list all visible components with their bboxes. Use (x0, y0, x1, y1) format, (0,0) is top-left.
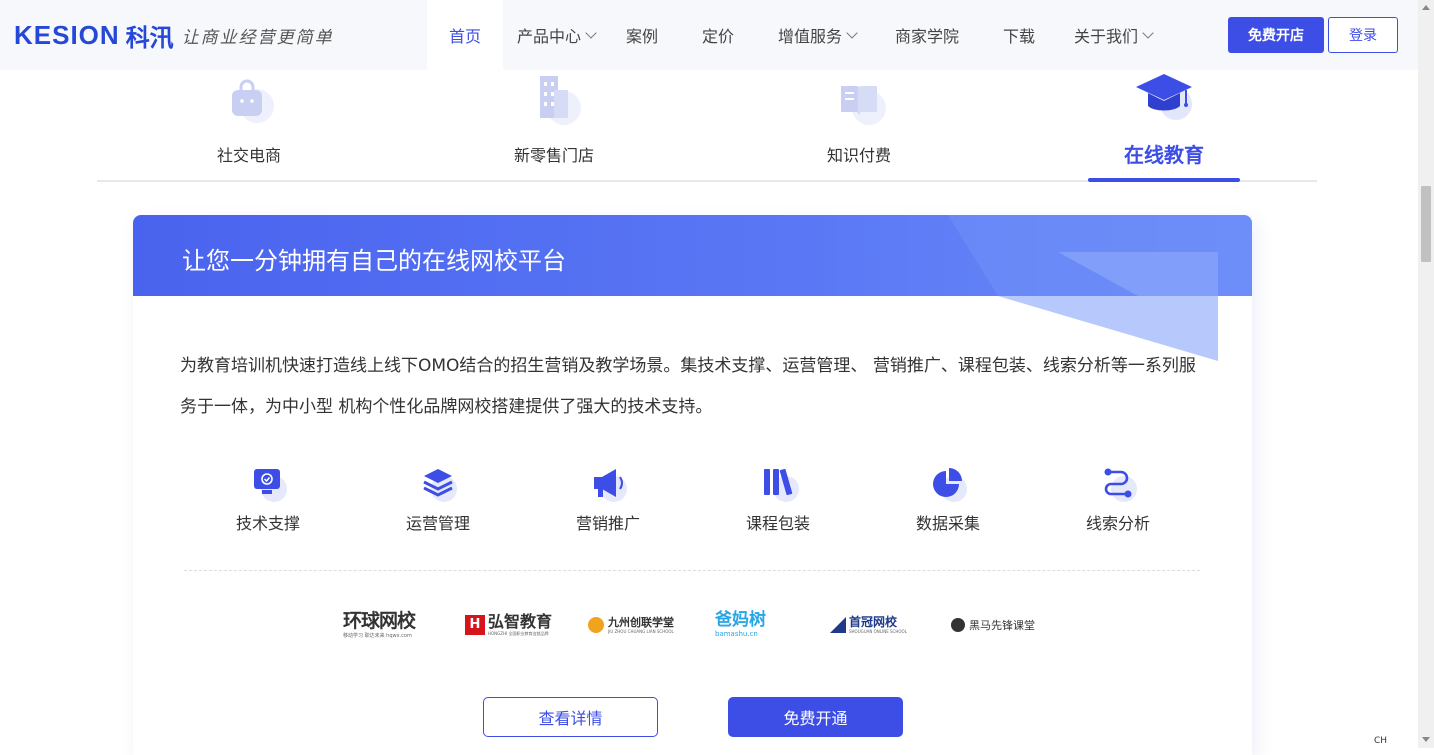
books-icon (764, 468, 799, 502)
nav-label: 首页 (448, 27, 481, 46)
active-tab-indicator (1088, 178, 1240, 182)
nav-label: 下载 (1002, 27, 1035, 46)
top-header: KESION 科汛 让商业经营更简单 首页 产品中心 案例 定价 增值服务 商家… (0, 0, 1418, 70)
page-scrollbar[interactable] (1418, 0, 1434, 748)
partner-name: 黑马先锋课堂 (969, 619, 1035, 632)
nav-label: 产品中心 (516, 27, 581, 46)
logo[interactable]: KESION 科汛 让商业经营更简单 (14, 18, 334, 52)
feature-label: 技术支撑 (235, 514, 300, 533)
partner-name: 九州创联学堂 (608, 615, 674, 629)
partner-logo-bamashu: 爸妈树 bamashu.cn (715, 605, 766, 645)
tab-label: 新零售门店 (513, 146, 594, 165)
nav-label: 商家学院 (894, 27, 959, 46)
logo-chinese-name: 科汛 (125, 23, 174, 52)
partner-logo-huanqiu: 环球网校 移动学习 职达未来 hqwx.com (343, 605, 416, 645)
pie-chart-icon (933, 468, 967, 502)
scroll-up-arrow-icon[interactable] (1422, 5, 1430, 10)
partner-tagline: SHOUGUAN ONLINE SCHOOL (849, 629, 907, 634)
nav-item-download[interactable]: 下载 (981, 0, 1057, 70)
heima-logo-mark-icon (951, 618, 965, 632)
chevron-down-icon (1142, 26, 1154, 39)
card-banner: 让您一分钟拥有自己的在线网校平台 (133, 215, 1252, 296)
scrollbar-thumb[interactable] (1421, 186, 1431, 262)
card-description: 为教育培训机快速打造线上线下OMO结合的招生营销及教学场景。集技术支撑、运营管理… (180, 356, 1196, 417)
solution-card: 让您一分钟拥有自己的在线网校平台 为教育培训机快速打造线上线下OMO结合的招生营… (133, 215, 1252, 755)
card-title: 让您一分钟拥有自己的在线网校平台 (182, 247, 566, 275)
main-nav: 首页 产品中心 案例 定价 增值服务 商家学院 下载 关于我们 (427, 0, 1169, 70)
nav-label: 案例 (625, 27, 658, 46)
tab-label: 在线教育 (1124, 143, 1204, 167)
nav-item-pricing[interactable]: 定价 (675, 0, 761, 70)
logo-wordmark: KESION (14, 19, 120, 50)
chevron-down-icon (846, 26, 858, 39)
logo-slogan: 让商业经营更简单 (181, 27, 334, 48)
partner-name: 环球网校 (343, 609, 416, 632)
partner-tagline: bamashu.cn (715, 630, 758, 638)
nav-item-home[interactable]: 首页 (427, 0, 503, 70)
nav-item-products[interactable]: 产品中心 (503, 0, 609, 70)
nav-label: 关于我们 (1073, 27, 1138, 46)
feature-item: 运营管理 (388, 465, 488, 545)
feature-item: 数据采集 (898, 465, 998, 545)
tab-label: 社交电商 (216, 146, 281, 165)
layers-icon (423, 469, 457, 502)
feature-label: 数据采集 (915, 514, 980, 533)
partner-logos: 环球网校 移动学习 职达未来 hqwx.com H 弘智教育 HONGZHI 全… (343, 605, 1043, 645)
hongzhi-logo-mark-icon: H (465, 615, 485, 635)
feature-item: 线索分析 (1068, 465, 1168, 545)
partner-name: 爸妈树 (715, 610, 766, 630)
tab-online-education[interactable]: 在线教育 (1088, 66, 1240, 182)
feature-label: 运营管理 (405, 514, 470, 533)
building-icon (540, 76, 581, 125)
partner-name: 首冠网校 (849, 615, 898, 629)
partner-tagline: HONGZHI 全国职业教育连锁品牌 (488, 631, 549, 636)
graduation-cap-icon (1136, 74, 1192, 120)
free-activate-button[interactable]: 免费开通 (728, 697, 903, 737)
feature-label: 课程包装 (745, 514, 810, 533)
feature-item: 课程包装 (728, 465, 828, 545)
partner-tagline: JIU ZHOU CHUANG LIAN SCHOOL (608, 628, 674, 634)
divider (184, 570, 1200, 571)
nav-item-about[interactable]: 关于我们 (1057, 0, 1169, 70)
feature-item: 技术支撑 (218, 465, 318, 545)
partner-name: 弘智教育 (488, 612, 553, 631)
tab-knowledge-payment[interactable]: 知识付费 (783, 66, 935, 180)
megaphone-icon (594, 469, 627, 502)
jiuzhou-logo-mark-icon (588, 617, 604, 633)
feature-item: 营销推广 (558, 465, 658, 545)
partner-tagline: 移动学习 职达未来 hqwx.com (343, 632, 412, 639)
ime-indicator[interactable]: CH (1374, 736, 1387, 746)
tab-new-retail[interactable]: 新零售门店 (478, 66, 630, 180)
scroll-down-arrow-icon[interactable] (1422, 737, 1430, 742)
shopping-bag-icon (232, 79, 274, 123)
feature-list: 技术支撑 运营管理 营销推广 课程包装 数据采集 线索分析 (183, 465, 1203, 545)
nav-label: 定价 (701, 27, 734, 46)
monitor-icon (254, 469, 287, 502)
feature-label: 线索分析 (1085, 514, 1150, 533)
tab-label: 知识付费 (826, 146, 891, 165)
partner-logo-heima: 黑马先锋课堂 (951, 605, 1035, 645)
nav-item-cases[interactable]: 案例 (609, 0, 675, 70)
partner-logo-shouguan: 首冠网校 SHOUGUAN ONLINE SCHOOL (830, 605, 907, 645)
tab-social-ecommerce[interactable]: 社交电商 (173, 66, 325, 180)
nav-item-academy[interactable]: 商家学院 (873, 0, 981, 70)
nav-item-services[interactable]: 增值服务 (761, 0, 873, 70)
open-store-button[interactable]: 免费开店 (1228, 17, 1324, 53)
nav-label: 增值服务 (777, 27, 842, 46)
shouguan-logo-mark-icon (830, 617, 846, 633)
view-details-button[interactable]: 查看详情 (483, 697, 658, 737)
route-icon (1104, 468, 1137, 502)
partner-logo-jiuzhou: 九州创联学堂 JIU ZHOU CHUANG LIAN SCHOOL (588, 605, 674, 645)
login-button[interactable]: 登录 (1328, 17, 1398, 53)
partner-logo-hongzhi: H 弘智教育 HONGZHI 全国职业教育连锁品牌 (465, 605, 552, 645)
feature-label: 营销推广 (575, 514, 640, 533)
book-icon (841, 86, 886, 125)
solution-tabs: 社交电商 新零售门店 知识付费 在线教育 (97, 66, 1317, 182)
chevron-down-icon (585, 26, 597, 39)
